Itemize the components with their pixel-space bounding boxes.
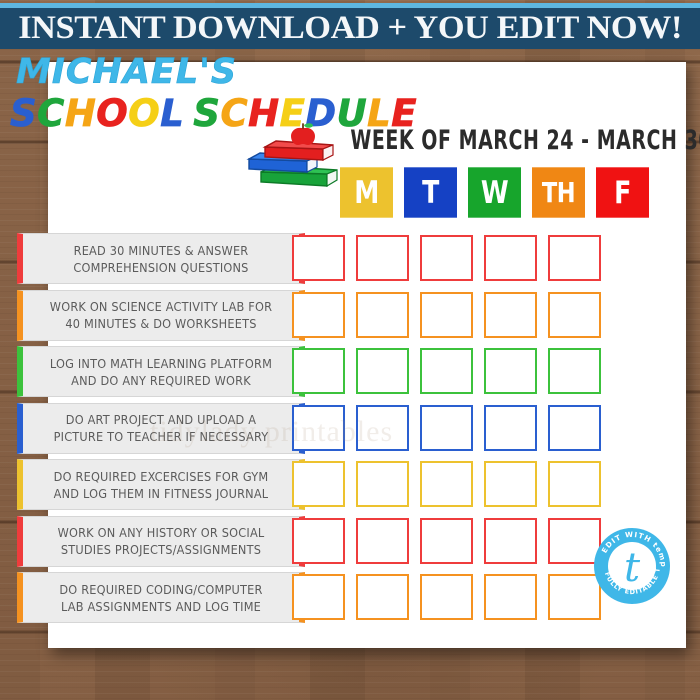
checkbox-group <box>292 291 601 338</box>
task-text-line1: DO REQUIRED CODING/COMPUTER <box>59 581 263 597</box>
checkbox-group <box>292 348 601 394</box>
checkbox-th[interactable] <box>484 574 537 620</box>
task-text-line2: COMPREHENSION QUESTIONS <box>73 259 249 275</box>
badge-letter: t <box>624 545 641 591</box>
task-row: DO REQUIRED EXCERCISES FOR GYM AND LOG TH… <box>0 459 638 510</box>
checkbox-group <box>292 235 601 281</box>
checkbox-f[interactable] <box>548 348 601 394</box>
checkbox-m[interactable] <box>292 291 345 338</box>
checkbox-th[interactable] <box>484 404 537 451</box>
task-text-line2: 40 MINUTES & DO WORKSHEETS <box>65 316 257 331</box>
task-text-line1: LOG INTO MATH LEARNING PLATFORM <box>49 355 273 371</box>
checkbox-m[interactable] <box>292 235 345 281</box>
checkbox-th[interactable] <box>484 291 537 338</box>
promo-banner: INSTANT DOWNLOAD + YOU EDIT NOW! <box>0 3 700 49</box>
day-header-t: T <box>404 167 457 218</box>
task-row: READ 30 MINUTES & ANSWER COMPREHENSION QU… <box>0 233 638 284</box>
checkbox-w[interactable] <box>420 574 473 620</box>
checkbox-th[interactable] <box>484 235 537 281</box>
schedule-title-letter-3: O <box>96 91 129 135</box>
templett-badge[interactable]: EDIT WITH templett FULLY EDITABLE TEMPLA… <box>589 520 671 605</box>
schedule-title-letter-7: S <box>193 91 221 135</box>
task-label-cell[interactable]: LOG INTO MATH LEARNING PLATFORM AND DO AN… <box>17 346 305 397</box>
task-label-cell[interactable]: WORK ON SCIENCE ACTIVITY LAB FOR 40 MINUT… <box>17 289 305 341</box>
task-label-cell[interactable]: READ 30 MINUTES & ANSWER COMPREHENSION QU… <box>17 233 305 284</box>
task-row: WORK ON ANY HISTORY OR SOCIAL STUDIES PRO… <box>0 515 638 567</box>
checkbox-th[interactable] <box>484 348 537 394</box>
checkbox-w[interactable] <box>420 348 473 394</box>
task-row: DO REQUIRED CODING/COMPUTER LAB ASSIGNMEN… <box>0 572 638 623</box>
schedule-title-letter-0: S <box>10 91 38 135</box>
checkbox-th[interactable] <box>484 517 537 564</box>
checkbox-m[interactable] <box>292 574 345 620</box>
checkbox-w[interactable] <box>420 404 473 451</box>
checkbox-f[interactable] <box>548 461 601 507</box>
week-heading: WEEK OF MARCH 24 - MARCH 30 <box>350 124 700 156</box>
checkbox-group <box>292 574 601 620</box>
checkbox-group <box>292 517 601 564</box>
checkbox-t[interactable] <box>356 291 409 338</box>
checkbox-w[interactable] <box>420 291 473 338</box>
day-header-f: F <box>596 167 649 218</box>
checkbox-w[interactable] <box>420 517 473 564</box>
day-header-th: TH <box>532 167 585 218</box>
task-label-cell[interactable]: DO REQUIRED CODING/COMPUTER LAB ASSIGNMEN… <box>17 572 305 623</box>
apple-on-books-icon <box>243 122 339 190</box>
wood-background: INSTANT DOWNLOAD + YOU EDIT NOW! MICHAEL… <box>0 0 700 700</box>
task-row: WORK ON SCIENCE ACTIVITY LAB FOR 40 MINUT… <box>0 289 638 341</box>
promo-banner-text: INSTANT DOWNLOAD + YOU EDIT NOW! <box>18 10 682 46</box>
task-text-line2: LAB ASSIGNMENTS AND LOG TIME <box>60 598 262 614</box>
day-header-w: W <box>468 167 521 218</box>
task-text-line2: STUDIES PROJECTS/ASSIGNMENTS <box>60 542 262 557</box>
schedule-title-letter-2: H <box>64 91 97 135</box>
day-header-m: M <box>340 167 393 218</box>
task-label-cell[interactable]: WORK ON ANY HISTORY OR SOCIAL STUDIES PRO… <box>17 515 305 567</box>
checkbox-w[interactable] <box>420 461 473 507</box>
checkbox-w[interactable] <box>420 235 473 281</box>
schedule-title-letter-4: O <box>128 91 161 135</box>
checkbox-group <box>292 461 601 507</box>
checkbox-t[interactable] <box>356 517 409 564</box>
task-label-cell[interactable]: DO REQUIRED EXCERCISES FOR GYM AND LOG TH… <box>17 459 305 510</box>
checkbox-f[interactable] <box>548 291 601 338</box>
checkbox-t[interactable] <box>356 461 409 507</box>
checkbox-f[interactable] <box>548 235 601 281</box>
student-name-title: MICHAEL'S <box>16 52 238 92</box>
task-text-line2: AND LOG THEM IN FITNESS JOURNAL <box>53 485 269 501</box>
task-text-line1: WORK ON SCIENCE ACTIVITY LAB FOR <box>49 299 273 314</box>
schedule-title-letter-1: C <box>37 91 65 135</box>
checkbox-f[interactable] <box>548 404 601 451</box>
task-text-line1: WORK ON ANY HISTORY OR SOCIAL <box>57 525 265 540</box>
checkbox-m[interactable] <box>292 348 345 394</box>
checkbox-t[interactable] <box>356 235 409 281</box>
schedule-title-letter-5: L <box>160 91 185 135</box>
checkbox-m[interactable] <box>292 517 345 564</box>
checkbox-t[interactable] <box>356 574 409 620</box>
checkbox-m[interactable] <box>292 461 345 507</box>
task-row: LOG INTO MATH LEARNING PLATFORM AND DO AN… <box>0 346 638 397</box>
day-header-row: M T W TH F <box>340 167 649 218</box>
task-text-line1: DO REQUIRED EXCERCISES FOR GYM <box>53 468 269 484</box>
task-text-line2: AND DO ANY REQUIRED WORK <box>71 372 251 388</box>
checkbox-th[interactable] <box>484 461 537 507</box>
checkbox-t[interactable] <box>356 348 409 394</box>
watermark-text: tidylady printables <box>150 415 394 448</box>
task-text-line1: READ 30 MINUTES & ANSWER <box>73 242 249 258</box>
